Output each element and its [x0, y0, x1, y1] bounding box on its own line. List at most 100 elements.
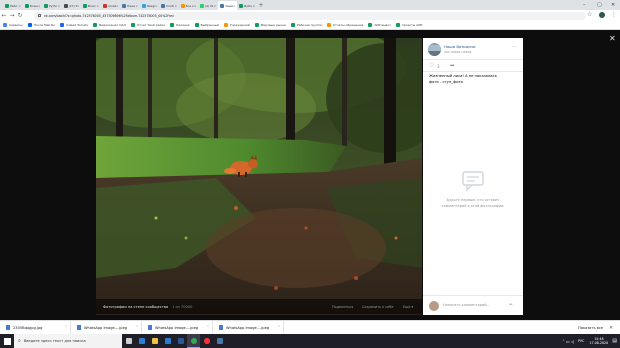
taskbar-app-task-view[interactable] — [122, 334, 135, 348]
close-viewer-icon[interactable]: ✕ — [609, 35, 616, 43]
forward-icon[interactable]: → — [8, 12, 16, 19]
tab-close-icon[interactable]: × — [194, 4, 197, 8]
post-author[interactable]: Наши Вязьмичи — [444, 44, 476, 49]
tab-close-icon[interactable]: × — [213, 4, 216, 8]
clock[interactable]: 15:48 17.08.2020 — [589, 337, 608, 345]
tab-title: (27) КОН — [68, 3, 77, 8]
chevron-up-icon[interactable]: ˄ — [278, 325, 280, 330]
tab-title: Python-пр — [49, 3, 57, 8]
comment-input[interactable]: Написать комментарий... — [443, 303, 490, 307]
browser-tab[interactable]: Наши Се× — [120, 1, 139, 10]
tab-favicon-icon — [161, 3, 165, 8]
browser-tab[interactable]: Сообщен× — [159, 1, 178, 10]
share-photo-link[interactable]: Поделиться — [332, 305, 353, 309]
minimize-button[interactable]: – — [583, 0, 586, 10]
maximize-button[interactable]: ▢ — [597, 0, 602, 10]
taskbar-app-yandex[interactable] — [200, 334, 213, 348]
tab-title: Бизнес Реа — [29, 3, 38, 8]
more-options-icon[interactable]: ··· — [512, 44, 517, 50]
browser-tab[interactable]: Все книги× — [179, 1, 198, 10]
new-tab-button[interactable]: + — [259, 1, 264, 10]
chevron-up-icon[interactable]: ˄ — [65, 325, 67, 330]
bookmark-item[interactable]: Видеоканал ОАО — [93, 23, 126, 27]
share-icon[interactable]: ➦ — [450, 63, 455, 69]
tab-close-icon[interactable]: × — [252, 4, 255, 8]
download-item[interactable]: WhatsApp Image....jpeg ˄ — [71, 320, 142, 335]
browser-tab[interactable]: Наши Вк× — [217, 1, 237, 10]
bookmark-label: Рабочая группа — [296, 23, 322, 27]
tab-close-icon[interactable]: × — [38, 4, 41, 8]
chevron-up-icon[interactable]: ˄ — [207, 325, 209, 330]
bookmark-favicon-icon — [27, 23, 32, 27]
app-blue-icon — [216, 338, 223, 344]
like-icon[interactable]: ♡ — [429, 63, 434, 69]
tab-title: (4) WhatsA — [205, 3, 214, 8]
bookmark-item[interactable]: проекты АИР — [395, 23, 422, 27]
close-window-button[interactable]: ✕ — [611, 0, 615, 10]
no-comments-text: Будьте первым, кто оставит — [446, 198, 500, 202]
url-text[interactable]: vk.com/oaichi?z=photo-742578005_45730989… — [44, 14, 174, 18]
taskbar-app-explorer[interactable] — [148, 334, 161, 348]
post-time[interactable]: час назад назад — [444, 50, 471, 54]
tab-close-icon[interactable]: × — [96, 4, 99, 8]
browser-tab[interactable]: Властелин× — [81, 1, 100, 10]
show-all-downloads-button[interactable]: Показать все — [578, 326, 603, 330]
tab-close-icon[interactable]: × — [57, 4, 60, 8]
download-item[interactable]: 2305Вфдjpg.jpg ˄ — [0, 320, 71, 335]
yandex-icon — [203, 338, 210, 344]
download-item[interactable]: WhatsApp Image....jpeg ˄ — [142, 320, 213, 335]
browser-tab[interactable]: Бизнес Реа× — [23, 1, 42, 10]
browser-menu-icon[interactable]: ⋮ — [611, 11, 617, 18]
start-button[interactable] — [0, 334, 14, 348]
tab-close-icon[interactable]: × — [155, 4, 158, 8]
reload-icon[interactable]: ↻ — [16, 12, 24, 19]
tab-close-icon[interactable]: × — [77, 4, 80, 8]
taskbar-app-chrome[interactable] — [187, 334, 200, 348]
browser-tab[interactable]: Работник× — [3, 1, 22, 10]
tab-close-icon[interactable]: × — [135, 4, 138, 8]
back-icon[interactable]: ← — [0, 12, 8, 19]
bookmark-label: Отчеты обращения — [332, 23, 364, 27]
bookmark-item[interactable]: Сервисы — [3, 23, 23, 27]
browser-tab[interactable]: Gmail – Г× — [101, 1, 120, 10]
taskbar-app-edge[interactable] — [135, 334, 148, 348]
taskbar-app-mail[interactable] — [161, 334, 174, 348]
tab-close-icon[interactable]: × — [233, 4, 236, 8]
bookmark-item[interactable]: Учреждений — [223, 23, 250, 27]
tab-close-icon[interactable]: × — [174, 4, 177, 8]
browser-tab[interactable]: Добавить× — [237, 1, 256, 10]
bookmark-item[interactable]: АИР вывоз — [368, 23, 391, 27]
community-avatar[interactable] — [428, 43, 441, 56]
bookmark-item[interactable]: Почта Mail.Ru — [27, 23, 55, 27]
more-actions-link[interactable]: Ещё ▾ — [403, 305, 413, 309]
close-downloads-icon[interactable]: ✕ — [609, 325, 613, 331]
tray-icons[interactable]: ˄ ▭ ◁ — [563, 339, 574, 344]
bookmark-item[interactable]: Калинка — [170, 23, 190, 27]
save-photo-link[interactable]: Сохранить к себе — [362, 305, 393, 309]
browser-tab[interactable]: (4) WhatsA× — [198, 1, 217, 10]
chevron-up-icon[interactable]: ˄ — [136, 325, 138, 330]
profile-avatar[interactable] — [599, 12, 605, 18]
bookmark-item[interactable]: Мировые рынки — [254, 23, 286, 27]
bookmark-item[interactable]: Отчет Твой район — [130, 23, 165, 27]
bookmark-item[interactable]: Indeed Tomato — [59, 23, 88, 27]
photo[interactable] — [96, 38, 422, 315]
browser-tab[interactable]: Telegram× — [140, 1, 159, 10]
taskbar-app-app-blue[interactable] — [213, 334, 226, 348]
bookmark-item[interactable]: Рабочая группа — [290, 23, 322, 27]
bookmark-star-icon[interactable]: ☆ — [587, 11, 592, 18]
notifications-icon[interactable]: ▤ — [612, 338, 617, 344]
taskbar-search[interactable]: ⌕ Введите здесь текст для поиска — [14, 334, 122, 348]
photo-album-link[interactable]: Фотографии на стене сообщества — [103, 305, 168, 309]
bookmark-item[interactable]: Отчеты обращения — [326, 23, 364, 27]
download-item[interactable]: WhatsApp Image....jpeg ˄ — [213, 320, 284, 335]
address-bar[interactable]: vk.com/oaichi?z=photo-742578005_45730989… — [34, 11, 586, 20]
attach-icon[interactable]: ⌁ — [509, 301, 513, 308]
tab-close-icon[interactable]: × — [18, 4, 21, 8]
tab-close-icon[interactable]: × — [116, 4, 119, 8]
language-indicator[interactable]: РУС — [578, 339, 584, 343]
bookmark-item[interactable]: Выбранный — [194, 23, 219, 27]
browser-tab[interactable]: Python-пр× — [42, 1, 61, 10]
browser-tab[interactable]: (27) КОН× — [62, 1, 81, 10]
taskbar-app-word[interactable] — [174, 334, 187, 348]
